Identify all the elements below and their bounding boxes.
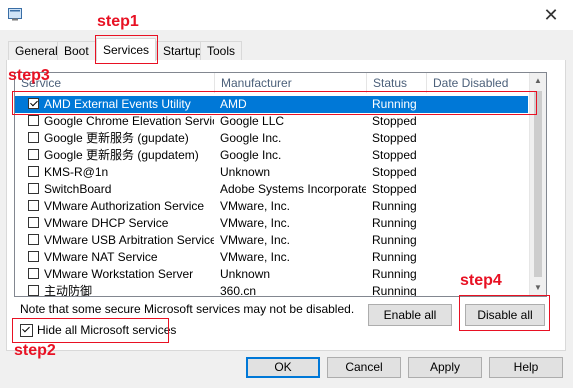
service-name: Google Chrome Elevation Servic... [44, 114, 214, 128]
service-manufacturer: 360.cn [220, 284, 257, 297]
service-status: Running [372, 284, 417, 297]
service-checkbox[interactable] [28, 234, 39, 245]
step2-highlight-box [12, 318, 169, 343]
service-name: KMS-R@1n [44, 165, 109, 179]
step1-label: step1 [97, 13, 139, 30]
service-manufacturer: Google LLC [220, 114, 285, 128]
service-name: VMware Authorization Service [44, 199, 205, 213]
service-name: Google 更新服务 (gupdate) [44, 131, 189, 145]
enable-all-button[interactable]: Enable all [368, 304, 452, 326]
scroll-down-icon[interactable]: ▼ [530, 280, 546, 296]
service-name: VMware USB Arbitration Service [44, 233, 214, 247]
service-row[interactable]: VMware DHCP Service VMware, Inc. Running [15, 215, 528, 232]
service-name: VMware DHCP Service [44, 216, 169, 230]
scrollbar-thumb[interactable] [534, 91, 542, 277]
tab-tools[interactable]: Tools [200, 41, 243, 60]
service-row[interactable]: VMware Workstation Server Unknown Running [15, 266, 528, 283]
service-status: Running [372, 216, 417, 230]
service-checkbox[interactable] [28, 268, 39, 279]
service-status: Running [372, 267, 417, 281]
service-name: 主动防御 [44, 284, 93, 297]
service-status: Running [372, 233, 417, 247]
service-checkbox[interactable] [28, 183, 39, 194]
service-row[interactable]: KMS-R@1n Unknown Stopped [15, 164, 528, 181]
service-row[interactable]: Google Chrome Elevation Servic... Google … [15, 113, 528, 130]
scroll-up-icon[interactable]: ▲ [530, 73, 546, 89]
service-row[interactable]: 主动防御 360.cn Running [15, 283, 528, 297]
service-manufacturer: Google Inc. [220, 131, 282, 145]
service-manufacturer: Unknown [220, 267, 271, 281]
column-header-status[interactable]: Status [367, 73, 427, 93]
service-manufacturer: VMware, Inc. [220, 216, 291, 230]
service-row[interactable]: Google 更新服务 (gupdatem) Google Inc. Stopped [15, 147, 528, 164]
ok-button[interactable]: OK [246, 357, 320, 378]
service-manufacturer: VMware, Inc. [220, 250, 291, 264]
service-name: SwitchBoard [44, 182, 112, 196]
service-row[interactable]: SwitchBoard Adobe Systems Incorporated Sto… [15, 181, 528, 198]
service-status: Stopped [372, 131, 417, 145]
service-status: Running [372, 250, 417, 264]
service-row[interactable]: VMware Authorization Service VMware, Inc.… [15, 198, 528, 215]
cancel-button[interactable]: Cancel [327, 357, 401, 378]
service-checkbox[interactable] [28, 149, 39, 160]
help-button[interactable]: Help [489, 357, 563, 378]
secure-services-note: Note that some secure Microsoft services… [20, 302, 355, 316]
service-status: Stopped [372, 148, 417, 162]
service-name: VMware Workstation Server [44, 267, 194, 281]
service-name: VMware NAT Service [44, 250, 158, 264]
tab-services[interactable]: Services [96, 38, 156, 61]
column-header-date-disabled[interactable]: Date Disabled [427, 73, 528, 93]
service-manufacturer: Unknown [220, 165, 271, 179]
service-manufacturer: VMware, Inc. [220, 233, 291, 247]
service-manufacturer: Google Inc. [220, 148, 282, 162]
step2-label: step2 [14, 342, 56, 359]
service-checkbox[interactable] [28, 166, 39, 177]
service-status: Stopped [372, 165, 417, 179]
service-row[interactable]: VMware NAT Service VMware, Inc. Running [15, 249, 528, 266]
msconfig-app-icon [8, 7, 22, 21]
service-checkbox[interactable] [28, 217, 39, 228]
apply-button[interactable]: Apply [408, 357, 482, 378]
service-manufacturer: Adobe Systems Incorporated [220, 182, 366, 196]
service-manufacturer: VMware, Inc. [220, 199, 291, 213]
step4-highlight-box [459, 295, 550, 331]
service-status: Stopped [372, 114, 417, 128]
service-checkbox[interactable] [28, 200, 39, 211]
step3-label: step3 [8, 67, 50, 84]
service-checkbox[interactable] [28, 251, 39, 262]
service-row[interactable]: VMware USB Arbitration Service VMware, In… [15, 232, 528, 249]
tab-boot[interactable]: Boot [57, 41, 96, 60]
service-checkbox[interactable] [28, 285, 39, 296]
service-name: Google 更新服务 (gupdatem) [44, 148, 199, 162]
close-icon[interactable]: ✕ [541, 5, 561, 25]
column-header-manufacturer[interactable]: Manufacturer [215, 73, 367, 93]
service-status: Running [372, 199, 417, 213]
service-status: Stopped [372, 182, 417, 196]
step4-label: step4 [460, 272, 502, 289]
title-bar [0, 0, 573, 30]
service-checkbox[interactable] [28, 115, 39, 126]
service-checkbox[interactable] [28, 132, 39, 143]
service-row[interactable]: Google 更新服务 (gupdate) Google Inc. Stopped [15, 130, 528, 147]
step3-highlight-box [12, 91, 537, 115]
